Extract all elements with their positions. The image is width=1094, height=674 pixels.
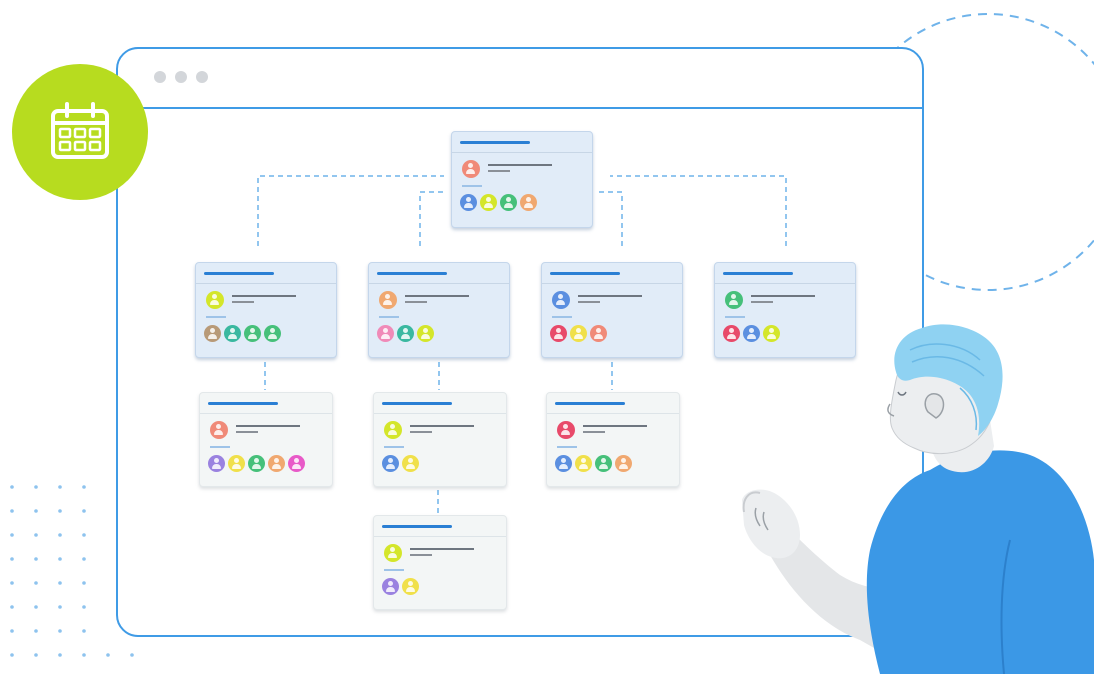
person-illustration [742,324,1094,674]
